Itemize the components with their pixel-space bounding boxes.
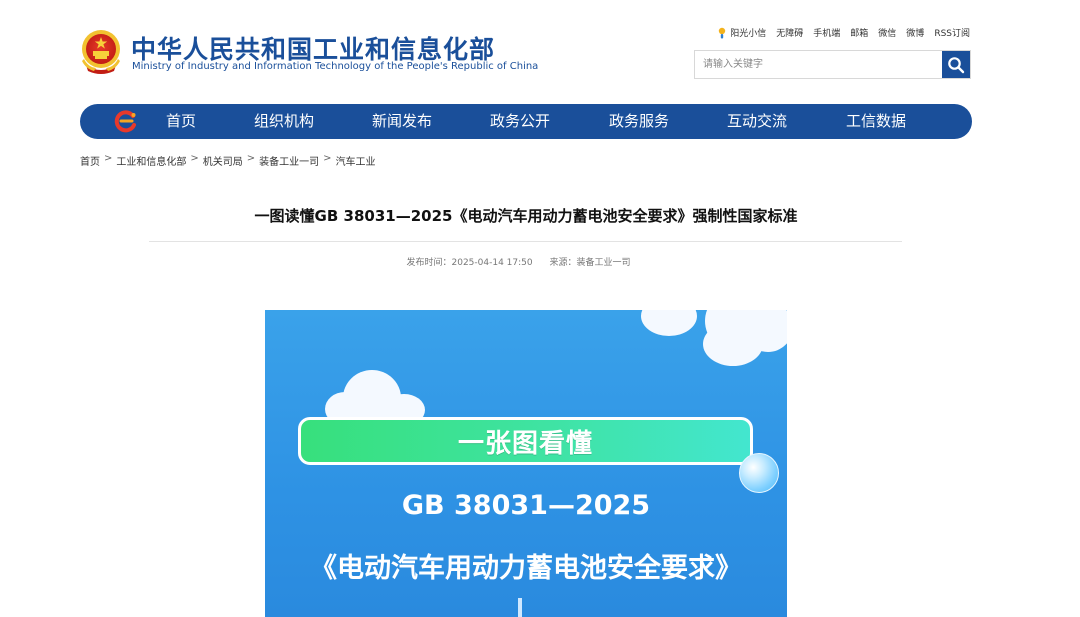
standard-name: 《电动汽车用动力蓄电池安全要求》 [310, 553, 742, 584]
infographic-image: 一张图看懂 GB 38031—2025 《电动汽车用动力蓄电池安全要求》 [265, 310, 787, 617]
breadcrumb: 首页 > 工业和信息化部 > 机关司局 > 装备工业一司 > 汽车工业 [80, 153, 376, 168]
link-mailbox[interactable]: 邮箱 [850, 26, 868, 39]
link-accessibility[interactable]: 无障碍 [776, 26, 803, 39]
nav-item-organization[interactable]: 组织机构 [254, 104, 314, 139]
national-emblem-icon[interactable] [80, 29, 122, 75]
nav-item-gov-affairs[interactable]: 政务公开 [490, 104, 550, 139]
search-input[interactable] [695, 51, 942, 78]
breadcrumb-departments[interactable]: 机关司局 [203, 153, 243, 168]
nav-item-news[interactable]: 新闻发布 [372, 104, 432, 139]
site-logo-icon[interactable] [114, 109, 138, 133]
article-source: 来源：装备工业一司 [549, 258, 631, 268]
site-subtitle-en: Ministry of Industry and Information Tec… [132, 61, 539, 72]
link-mobile[interactable]: 手机端 [813, 26, 840, 39]
search-box [694, 50, 971, 79]
link-rss[interactable]: RSS订阅 [934, 26, 970, 39]
search-button[interactable] [942, 51, 970, 78]
nav-item-home[interactable]: 首页 [166, 104, 196, 139]
main-nav: 首页 组织机构 新闻发布 政务公开 政务服务 互动交流 工信数据 [80, 104, 972, 139]
breadcrumb-ministry[interactable]: 工业和信息化部 [116, 153, 186, 168]
link-sunshine-label: 阳光小信 [730, 29, 767, 39]
nav-item-interaction[interactable]: 互动交流 [727, 104, 787, 139]
search-icon [948, 56, 965, 73]
breadcrumb-equipment-dept[interactable]: 装备工业一司 [259, 153, 319, 168]
link-weibo[interactable]: 微博 [906, 26, 924, 39]
link-sunshine[interactable]: 阳光小信 [717, 26, 766, 39]
breadcrumb-separator: > [246, 153, 256, 164]
breadcrumb-separator: > [104, 153, 113, 164]
link-wechat[interactable]: 微信 [878, 26, 896, 39]
breadcrumb-separator: > [190, 153, 199, 164]
nav-item-data[interactable]: 工信数据 [846, 104, 906, 139]
banner-text: 一张图看懂 [457, 428, 593, 459]
sunshine-mascot-icon [719, 27, 726, 38]
breadcrumb-auto-industry[interactable]: 汽车工业 [336, 153, 376, 168]
tower-decoration [518, 598, 522, 617]
bubble-decoration [739, 453, 779, 493]
publish-time: 发布时间：2025-04-14 17:50 [406, 258, 533, 268]
infographic-banner: 一张图看懂 [298, 417, 753, 465]
article-title: 一图读懂GB 38031—2025《电动汽车用动力蓄电池安全要求》强制性国家标准 [254, 207, 798, 225]
site-header: 中华人民共和国工业和信息化部 Ministry of Industry and … [0, 0, 1080, 100]
top-links: 阳光小信 无障碍 手机端 邮箱 微信 微博 RSS订阅 [717, 26, 970, 39]
title-divider [149, 241, 902, 242]
standard-code: GB 38031—2025 [401, 490, 651, 521]
breadcrumb-home[interactable]: 首页 [80, 153, 100, 168]
article-meta: 发布时间：2025-04-14 17:50 来源：装备工业一司 [0, 255, 1037, 268]
breadcrumb-separator: > [323, 153, 332, 164]
nav-item-gov-services[interactable]: 政务服务 [609, 104, 669, 139]
